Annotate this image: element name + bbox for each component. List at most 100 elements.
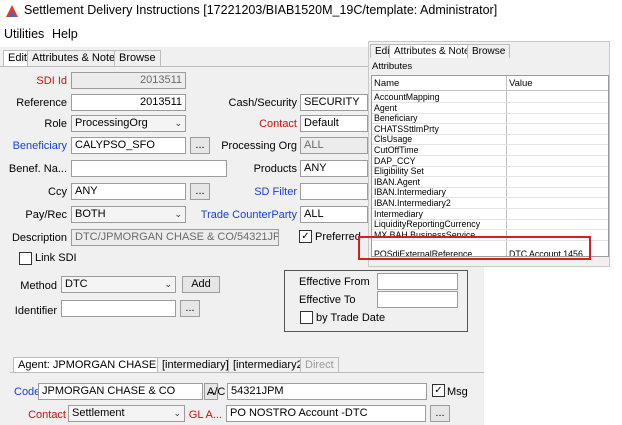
identifier-field[interactable] (61, 300, 176, 317)
processing-org-label: Processing Org (221, 140, 297, 152)
attribute-row[interactable]: LiquidityReportingCurrency (372, 219, 608, 231)
sdi-id-label: SDI Id (36, 75, 67, 87)
processing-org-field: ALL (300, 137, 368, 154)
ccy-field[interactable]: ANY (71, 183, 186, 200)
chevron-down-icon: ⌄ (174, 118, 182, 128)
attribute-name: Agent (374, 102, 397, 113)
attribute-name: DAP_CCY (374, 155, 416, 166)
attribute-row[interactable]: ClsUsage (372, 134, 608, 146)
payrec-value: BOTH (75, 208, 106, 220)
products-field[interactable]: ANY (300, 160, 368, 177)
agent-contact-select[interactable]: Settlement ⌄ (68, 405, 185, 422)
beneficiary-label[interactable]: Beneficiary (0, 140, 67, 152)
agent-contact-value: Settlement (72, 407, 125, 419)
preferred-checkbox[interactable]: ✓ (299, 230, 312, 243)
chevron-down-icon: ⌄ (164, 279, 172, 289)
trade-counterparty-label[interactable]: Trade CounterParty (200, 209, 297, 221)
msg-checkbox[interactable]: ✓ (432, 384, 445, 397)
benef-name-label: Benef. Na... (8, 163, 67, 175)
beneficiary-field[interactable]: CALYPSO_SFO (71, 137, 186, 154)
tab-browse[interactable]: Browse (114, 50, 161, 66)
attribute-name: Eligibility Set (374, 166, 424, 177)
gl-account-field[interactable]: PO NOSTRO Account -DTC (226, 405, 426, 422)
trade-counterparty-field[interactable]: ALL (300, 206, 368, 223)
cash-security-field[interactable]: SECURITY (300, 94, 368, 111)
products-label: Products (253, 163, 297, 175)
attribute-name: CHATSSttlmPrty (374, 123, 439, 134)
method-label: Method (20, 280, 57, 292)
ac-field[interactable]: 54321JPM (227, 383, 427, 400)
menu-utilities[interactable]: Utilities (4, 27, 44, 41)
link-sdi-label: Link SDI (35, 252, 77, 264)
attribute-name: IBAN.Intermediary (374, 187, 446, 198)
attribute-row[interactable]: DAP_CCY (372, 155, 608, 167)
effective-from-label: Effective From (299, 276, 370, 288)
cash-security-label: Cash/Security (228, 97, 297, 109)
ccy-label: Ccy (48, 186, 67, 198)
attribute-name: Beneficiary (374, 113, 418, 124)
attribute-row[interactable]: Beneficiary (372, 113, 608, 125)
attribute-row[interactable]: AccountMapping (372, 92, 608, 103)
payrec-select[interactable]: BOTH ⌄ (71, 206, 186, 223)
method-select[interactable]: DTC ⌄ (61, 276, 176, 293)
attribute-name: CutOffTime (374, 145, 419, 155)
attribute-name: AccountMapping (374, 92, 440, 102)
agent-code-field[interactable]: JPMORGAN CHASE & CO (38, 383, 203, 400)
tab-attributes-notes[interactable]: Attributes & Notes (27, 50, 126, 66)
effective-to-field[interactable] (377, 291, 458, 308)
value-column-header[interactable]: Value (509, 78, 533, 89)
menu-help[interactable]: Help (52, 27, 78, 41)
tab-intermediary[interactable]: [intermediary] (157, 357, 234, 372)
effective-to-label: Effective To (299, 294, 356, 306)
name-column-header[interactable]: Name (374, 78, 399, 89)
attribute-row[interactable]: CutOffTime (372, 145, 608, 156)
sd-filter-field[interactable] (300, 183, 368, 200)
link-sdi-checkbox[interactable] (19, 252, 32, 265)
chevron-down-icon: ⌄ (174, 209, 182, 219)
payrec-label: Pay/Rec (25, 209, 67, 221)
agent-code-label[interactable]: Code (14, 386, 40, 398)
reference-field[interactable]: 2013511 (71, 94, 186, 111)
attribute-row[interactable]: Eligibility Set (372, 166, 608, 178)
attribute-name: ClsUsage (374, 134, 413, 145)
contact-field[interactable]: Default (300, 115, 368, 132)
float-tab-attributes-notes[interactable]: Attributes & Notes (389, 44, 480, 58)
description-field: DTC/JPMORGAN CHASE & CO/54321JPM (71, 229, 279, 246)
effective-from-field[interactable] (377, 273, 458, 290)
description-label: Description (11, 232, 67, 244)
identifier-chooser-button[interactable]: ... (180, 300, 200, 317)
attribute-row[interactable]: Intermediary (372, 208, 608, 220)
highlight-box (358, 236, 591, 260)
gl-account-label: GL A... (188, 409, 222, 421)
chevron-down-icon: ⌄ (173, 408, 181, 418)
attribute-row[interactable]: IBAN.Intermediary (372, 187, 608, 199)
attribute-row[interactable]: IBAN.Agent (372, 176, 608, 188)
tab-intermediary2[interactable]: [intermediary2] (228, 357, 311, 372)
title-bar: Settlement Delivery Instructions [172212… (0, 0, 622, 22)
attribute-name: IBAN.Agent (374, 176, 420, 187)
role-value: ProcessingOrg (75, 117, 148, 129)
identifier-label: Identifier (14, 305, 57, 317)
method-value: DTC (65, 278, 88, 290)
by-trade-date-checkbox[interactable] (300, 311, 313, 324)
attribute-row[interactable]: CHATSSttlmPrty (372, 123, 608, 135)
gl-account-chooser-button[interactable]: ... (430, 405, 450, 422)
window-title: Settlement Delivery Instructions [172212… (24, 3, 498, 17)
sd-filter-label[interactable]: SD Filter (200, 186, 297, 198)
reference-label: Reference (16, 97, 67, 109)
attributes-table-header: Name Value (372, 76, 608, 91)
attribute-name: Intermediary (374, 208, 423, 219)
msg-label: Msg (447, 386, 468, 398)
contact-label: Contact (259, 118, 297, 130)
sdi-id-field: 2013511 (71, 72, 186, 89)
preferred-label: Preferred (315, 231, 361, 243)
add-method-button[interactable]: Add (182, 276, 220, 293)
app-icon (6, 5, 18, 17)
role-label: Role (44, 118, 67, 130)
attribute-row[interactable]: Agent (372, 102, 608, 114)
float-tab-browse[interactable]: Browse (467, 44, 511, 58)
agent-tab-divider (10, 372, 484, 373)
role-select[interactable]: ProcessingOrg ⌄ (71, 115, 186, 132)
by-trade-date-label: by Trade Date (316, 312, 386, 324)
attribute-row[interactable]: IBAN.Intermediary2 (372, 198, 608, 209)
